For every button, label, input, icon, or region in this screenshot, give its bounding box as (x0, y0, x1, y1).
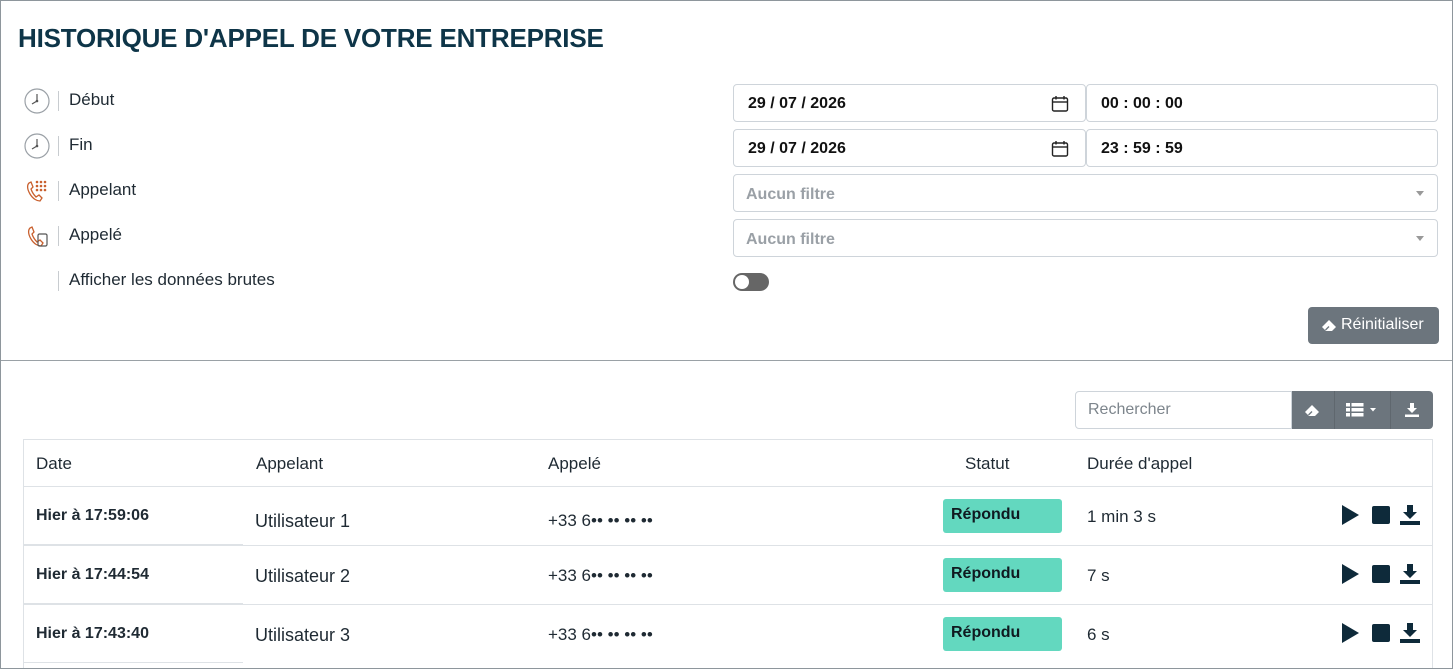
call-caller: Utilisateur 3 (255, 625, 351, 645)
columns-icon (1346, 403, 1376, 417)
caller-filter-select[interactable]: Aucun filtre (733, 174, 1438, 212)
status-badge-label: Répondu (951, 624, 1021, 641)
stop-icon[interactable] (1370, 622, 1392, 644)
clock-icon (24, 133, 50, 159)
call-date: Hier à 17:43:40 (36, 625, 149, 642)
calendar-icon[interactable] (1051, 95, 1069, 113)
status-badge-label: Répondu (951, 506, 1021, 523)
download-recording-icon[interactable] (1399, 563, 1421, 585)
calendar-icon[interactable] (1051, 140, 1069, 158)
filter-separator (58, 271, 59, 291)
start-date-input[interactable]: 29 / 07 / 2026 (733, 84, 1086, 122)
play-icon[interactable] (1339, 622, 1361, 644)
start-date-value: 29 / 07 / 2026 (748, 95, 846, 112)
callee-filter-select[interactable]: Aucun filtre (733, 219, 1438, 257)
toggle-knob (735, 275, 749, 289)
column-header-duration[interactable]: Durée d'appel (1087, 454, 1192, 474)
filter-label-start: Début (69, 90, 115, 109)
call-caller: Utilisateur 1 (255, 511, 351, 531)
call-duration: 1 min 3 s (1087, 507, 1156, 526)
call-history-table: Date Appelant Appelé Statut Durée d'appe… (23, 439, 1433, 668)
table-row[interactable]: Hier à 17:43:40 Utilisateur 3 +33 6•• ••… (24, 604, 1432, 663)
status-badge-label: Répondu (951, 565, 1021, 582)
call-callee: +33 6•• •• •• •• (548, 566, 653, 585)
page-title: HISTORIQUE D'APPEL DE VOTRE ENTREPRISE (18, 23, 604, 53)
incoming-phone-icon (27, 226, 48, 247)
filter-separator (58, 91, 59, 111)
download-recording-icon[interactable] (1399, 504, 1421, 526)
eraser-icon (1322, 320, 1336, 331)
call-duration: 6 s (1087, 625, 1110, 644)
chevron-down-icon (1416, 236, 1424, 241)
caller-filter-placeholder: Aucun filtre (746, 186, 835, 203)
stop-icon[interactable] (1370, 563, 1392, 585)
end-time-input[interactable]: 23 : 59 : 59 (1086, 129, 1438, 167)
reset-button[interactable]: Réinitialiser (1308, 307, 1439, 344)
play-icon[interactable] (1339, 563, 1361, 585)
download-recording-icon[interactable] (1399, 622, 1421, 644)
callee-filter-placeholder: Aucun filtre (746, 231, 835, 248)
call-history-panel: HISTORIQUE D'APPEL DE VOTRE ENTREPRISE D… (0, 0, 1453, 669)
table-row[interactable]: Hier à 17:44:54 Utilisateur 2 +33 6•• ••… (24, 545, 1432, 604)
export-button[interactable] (1390, 391, 1433, 429)
raw-data-toggle[interactable] (733, 273, 769, 291)
eraser-icon (1305, 405, 1319, 416)
column-header-status[interactable]: Statut (965, 454, 1009, 474)
search-input[interactable] (1075, 391, 1292, 429)
reset-button-label: Réinitialiser (1341, 316, 1424, 333)
filter-row-start: Début (23, 83, 723, 119)
end-date-input[interactable]: 29 / 07 / 2026 (733, 129, 1086, 167)
clock-icon (24, 88, 50, 114)
dialpad-phone-icon (26, 180, 47, 202)
end-date-value: 29 / 07 / 2026 (748, 140, 846, 157)
call-callee: +33 6•• •• •• •• (548, 511, 653, 530)
call-duration: 7 s (1087, 566, 1110, 585)
status-badge: Répondu (943, 558, 1062, 592)
call-date: Hier à 17:44:54 (36, 566, 149, 583)
status-badge: Répondu (943, 617, 1062, 651)
filter-separator (58, 136, 59, 156)
play-icon[interactable] (1339, 504, 1361, 526)
filter-row-callee: Appelé (23, 218, 723, 254)
filter-label-end: Fin (69, 135, 93, 154)
column-header-date[interactable]: Date (36, 454, 72, 474)
call-caller: Utilisateur 2 (255, 566, 351, 586)
filter-label-caller: Appelant (69, 180, 137, 199)
filter-label-callee: Appelé (69, 225, 122, 244)
row-divider (24, 662, 243, 663)
filter-separator (58, 226, 59, 246)
download-icon (1405, 403, 1419, 417)
call-date: Hier à 17:59:06 (36, 507, 149, 524)
column-header-callee[interactable]: Appelé (548, 454, 601, 474)
column-header-caller[interactable]: Appelant (256, 454, 323, 474)
start-time-input[interactable]: 00 : 00 : 00 (1086, 84, 1438, 122)
filter-row-raw: Afficher les données brutes (23, 263, 723, 299)
filter-row-caller: Appelant (23, 173, 723, 209)
end-time-value: 23 : 59 : 59 (1101, 140, 1183, 157)
filter-row-end: Fin (23, 128, 723, 164)
table-row[interactable]: Hier à 17:59:06 Utilisateur 1 +33 6•• ••… (24, 486, 1432, 545)
filter-separator (58, 181, 59, 201)
filter-label-raw: Afficher les données brutes (69, 270, 275, 289)
columns-menu-button[interactable] (1334, 391, 1390, 429)
clear-search-button[interactable] (1292, 391, 1334, 429)
chevron-down-icon (1416, 191, 1424, 196)
call-callee: +33 6•• •• •• •• (548, 625, 653, 644)
section-divider (1, 360, 1452, 361)
stop-icon[interactable] (1370, 504, 1392, 526)
status-badge: Répondu (943, 499, 1062, 533)
start-time-value: 00 : 00 : 00 (1101, 95, 1183, 112)
